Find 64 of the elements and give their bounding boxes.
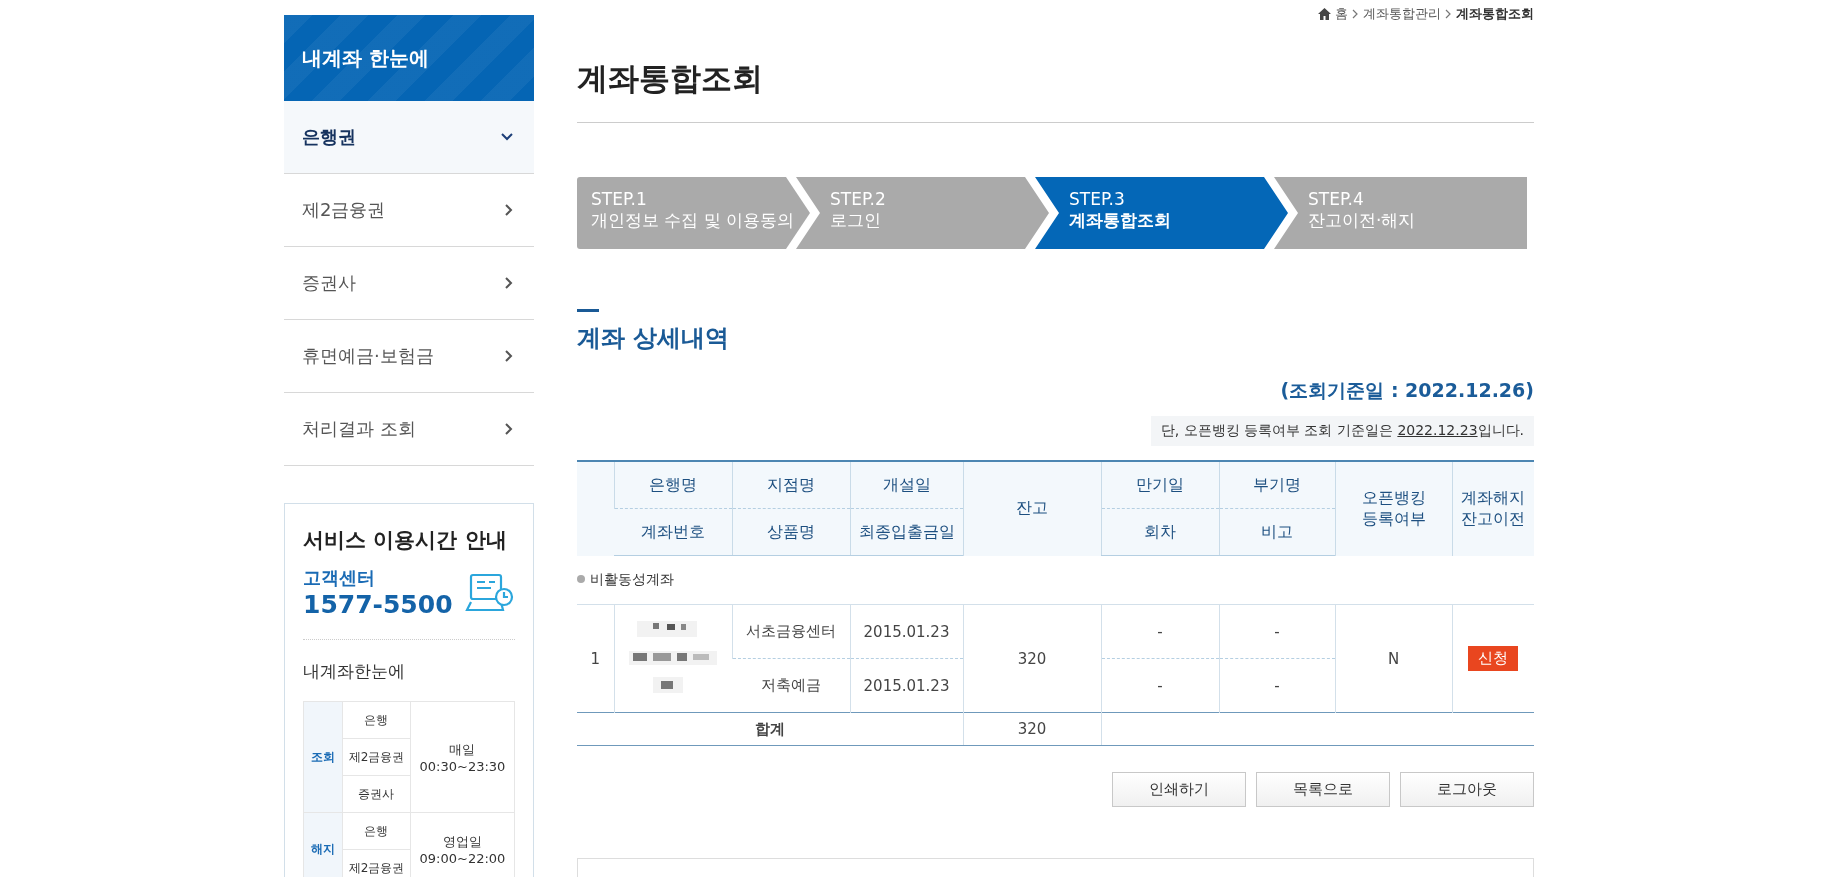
column-header: 개설일 [850,461,963,509]
notice-text: 단, 오픈뱅킹 등록여부 조회 기준일은 2022.12.23입니다. [1150,416,1534,446]
column-header: 계좌번호 [614,508,732,556]
table-cell-text: 매일 [448,740,477,759]
group-label: 비활동성계좌 [577,555,1534,605]
breadcrumb-link[interactable]: 홈 [1335,5,1348,23]
column-header: 은행명 [614,461,732,509]
table-cell: - [1219,658,1335,713]
sidebar-item[interactable]: 처리결과 조회 [284,393,534,466]
table-cell: 조회 [303,701,343,813]
table-cell: 320 [963,604,1101,713]
table-cell: 2015.01.23 [850,658,963,713]
table-cell: 저축예금 [732,658,850,713]
table-cell: - [1101,658,1219,713]
card-clock-icon [465,571,515,614]
sidebar-item[interactable]: 제2금융권 [284,174,534,247]
column-header: 회차 [1101,508,1219,556]
breadcrumb-link[interactable]: 계좌통합관리 [1363,5,1441,23]
chevron-right-icon [504,276,514,290]
chevron-down-icon [500,132,514,142]
table-cell-text: 09:00~22:00 [418,851,507,866]
table-cell: 2015.01.23 [850,604,963,659]
chevron-right-icon [1445,9,1452,19]
column-header: 만기일 [1101,461,1219,509]
action-button[interactable]: 로그아웃 [1400,772,1534,807]
sidebar-item[interactable]: 휴면예금·보험금 [284,320,534,393]
center-label: 고객센터 [303,566,376,590]
table-cell: 320 [963,712,1101,746]
sidebar-item[interactable]: 은행권 [284,101,534,174]
sidebar-item[interactable]: 증권사 [284,247,534,320]
phone-number: 1577-5500 [303,590,453,619]
sidebar-title: 내계좌 한눈에 [284,15,534,101]
chevron-right-icon [1352,9,1359,19]
home-icon[interactable] [1318,8,1331,20]
service-subtitle: 내계좌한눈에 [303,660,406,683]
page-title: 계좌통합조회 [577,58,1534,123]
table-cell: 해지 [303,812,343,877]
table-cell: - [1219,604,1335,659]
table-cell-text: 영업일 [441,833,483,851]
table-cell-text: 00:30~23:30 [418,758,507,774]
table-cell: 서초금융센터 [732,604,850,659]
table-cell: N [1335,604,1452,713]
table-cell: 은행 [342,812,411,850]
action-button[interactable]: 인쇄하기 [1112,772,1246,807]
reference-date: (조회기준일 : 2022.12.26) [1279,378,1534,403]
column-header: 지점명 [732,461,850,509]
column-header: 잔고 [963,461,1101,556]
column-header: 부기명 [1219,461,1335,509]
table-cell: 1 [577,604,614,713]
chevron-right-icon [504,349,514,363]
action-button[interactable]: 목록으로 [1256,772,1390,807]
column-header: 최종입출금일 [850,508,963,556]
info-title: 서비스 이용시간 안내 [303,527,508,554]
column-header: 오픈뱅킹 등록여부 [1335,461,1452,556]
total-label: 합계 [754,719,785,738]
column-header: 계좌해지 잔고이전 [1452,461,1534,556]
section-title: 계좌 상세내역 [577,323,731,354]
table-cell: 은행 [342,701,411,739]
chevron-right-icon [504,422,514,436]
column-header: 비고 [1219,508,1335,556]
chevron-right-icon [504,203,514,217]
apply-button[interactable]: 신청 [1468,646,1519,671]
table-cell: - [1101,604,1219,659]
column-header: 상품명 [732,508,850,556]
